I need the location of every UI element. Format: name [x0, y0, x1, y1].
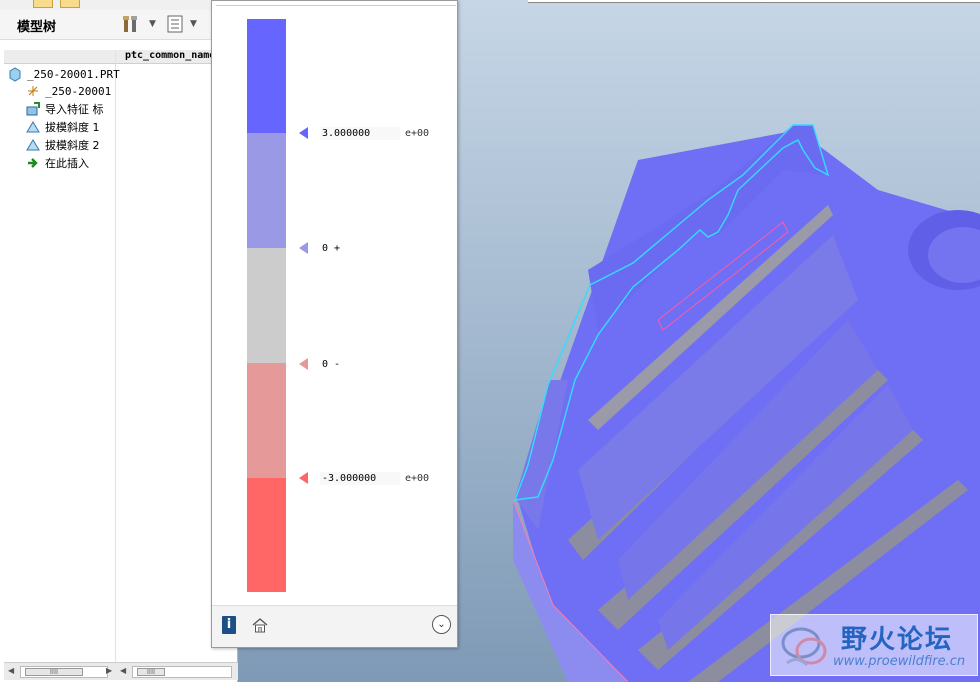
legend-value-label: 0 + [322, 242, 341, 254]
tree-item-label: 拔模斜度 2 [45, 139, 100, 152]
show-dropdown-caret-icon[interactable]: ▼ [190, 19, 197, 29]
tree-item-coordinate-system[interactable]: _250-20001 [25, 82, 111, 100]
legend-marker-icon[interactable] [299, 358, 308, 370]
legend-tick-positive-max[interactable]: 3.000000 e+00 [299, 125, 429, 141]
wildfire-logo-icon [781, 627, 827, 667]
forum-watermark: 野火论坛 www.proewildfire.cn [770, 614, 978, 676]
scroll-thumb[interactable]: IIII [25, 668, 83, 676]
legend-marker-icon[interactable] [299, 242, 308, 254]
tree-item-draft-1[interactable]: 拔模斜度 1 [25, 118, 100, 136]
scroll-left-arrow-icon[interactable]: ◀ [8, 666, 14, 675]
part-icon [7, 66, 23, 82]
legend-tick-zero-plus[interactable]: 0 + [299, 240, 342, 256]
tree-item-label: _250-20001.PRT [27, 67, 120, 81]
tree-horizontal-scrollbar[interactable]: ◀ IIII ▶ ◀ IIII [4, 662, 238, 680]
legend-marker-icon[interactable] [299, 472, 308, 484]
tree-tab-strip [0, 0, 238, 10]
legend-value-label: 0 - [322, 358, 341, 370]
legend-band-5 [247, 478, 286, 592]
tree-item-label: 拔模斜度 1 [45, 121, 100, 134]
expand-chevron-icon[interactable]: ⌄ [432, 615, 451, 634]
model-tree-title: 模型树 [17, 20, 57, 35]
tree-item-insert-here[interactable]: 在此插入 [25, 154, 89, 172]
legend-title-strip [216, 1, 456, 6]
tree-item-label: 在此插入 [45, 157, 89, 170]
tree-item-import-feature[interactable]: 导入特征 标 [25, 100, 104, 118]
draft-color-scale-panel: 3.000000 e+00 0 + 0 - -3.000000 e+00 i ⌄ [211, 0, 458, 648]
insert-here-arrow-icon [25, 155, 41, 171]
column-header-common-name[interactable]: ptc_common_name [125, 50, 215, 61]
column-divider[interactable] [115, 50, 116, 662]
show-list-icon[interactable] [165, 14, 185, 34]
tree-item-root-part[interactable]: _250-20001.PRT [7, 65, 120, 83]
model-tree-panel: 模型树 ▼ ▼ ptc_common_name _250-20001.PRT _… [0, 0, 238, 682]
legend-exponent: e+00 [405, 472, 430, 484]
scroll-track-left[interactable]: IIII [20, 666, 108, 678]
scroll-left-arrow-icon[interactable]: ◀ [120, 666, 126, 675]
watermark-url: www.proewildfire.cn [833, 654, 966, 669]
scroll-thumb[interactable]: IIII [137, 668, 165, 676]
model-tree-toolbar: 模型树 ▼ ▼ [0, 10, 238, 40]
legend-band-4 [247, 363, 286, 478]
import-feature-icon [25, 101, 41, 117]
tree-item-label: _250-20001 [45, 84, 112, 98]
tab-model-tree[interactable] [33, 0, 53, 8]
legend-tick-zero-minus[interactable]: 0 - [299, 356, 342, 372]
legend-band-3 [247, 248, 286, 363]
watermark-title: 野火论坛 [841, 625, 954, 655]
tab-folder-browser[interactable] [60, 0, 80, 8]
tree-column-header: ptc_common_name [4, 50, 238, 64]
coordinate-system-icon [25, 83, 41, 99]
legend-footer-bar: i ⌄ [212, 605, 457, 647]
legend-value-field[interactable]: -3.000000 [320, 471, 400, 485]
home-icon[interactable] [251, 616, 269, 634]
draft-icon [25, 119, 41, 135]
info-icon[interactable]: i [222, 616, 236, 634]
legend-band-2 [247, 133, 286, 248]
legend-exponent: e+00 [405, 127, 430, 139]
draft-icon [25, 137, 41, 153]
legend-marker-icon[interactable] [299, 127, 308, 139]
scroll-right-arrow-icon[interactable]: ▶ [106, 666, 112, 675]
scroll-track-right[interactable]: IIII [132, 666, 232, 678]
settings-tools-icon[interactable] [121, 14, 141, 34]
tree-item-draft-2[interactable]: 拔模斜度 2 [25, 136, 100, 154]
tree-item-label: 导入特征 标 [45, 103, 104, 116]
settings-dropdown-caret-icon[interactable]: ▼ [149, 19, 156, 29]
legend-band-1 [247, 19, 286, 133]
legend-value-field[interactable]: 3.000000 [320, 126, 400, 140]
legend-tick-negative-max[interactable]: -3.000000 e+00 [299, 470, 429, 486]
